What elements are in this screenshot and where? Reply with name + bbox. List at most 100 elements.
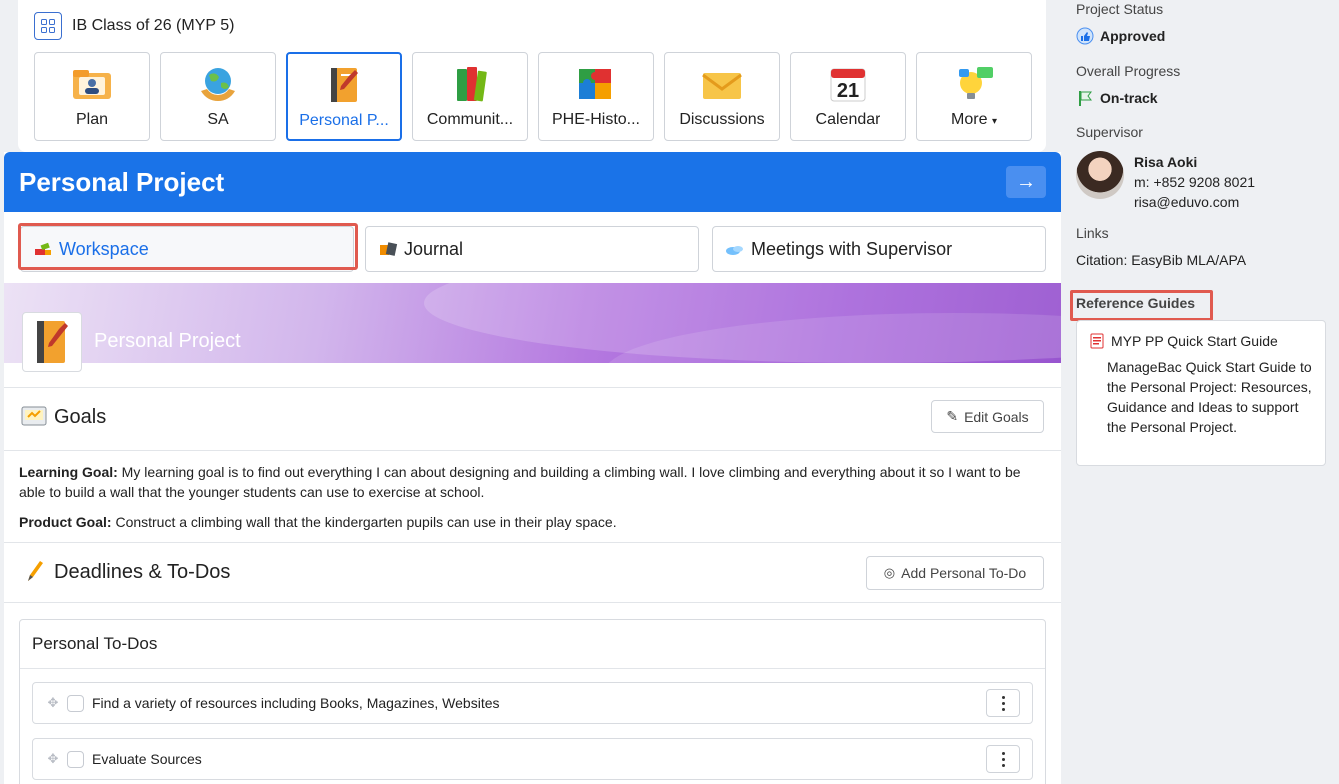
divider [20,668,1045,669]
caret-down-icon: ▾ [991,116,997,127]
more-label: More [951,111,988,128]
status-label: Project Status [1076,1,1164,17]
reference-guide-card[interactable]: MYP PP Quick Start Guide ManageBac Quick… [1076,320,1326,466]
tab-meetings-label: Meetings with Supervisor [751,238,953,259]
links-label: Links [1076,225,1109,241]
product-goal: Product Goal: Construct a climbing wall … [19,512,1039,532]
arrow-right-icon: → [1016,170,1036,193]
divider [4,542,1061,543]
globe-hands-icon [197,65,239,103]
tab-journal[interactable]: Journal [365,226,699,272]
lightbulb-chat-icon [953,65,995,103]
highlight-box-workspace [18,223,358,270]
todo-row[interactable]: ✥ Evaluate Sources [32,738,1033,780]
reference-guide-title-row[interactable]: MYP PP Quick Start Guide [1089,333,1278,349]
citation-link[interactable]: Citation: EasyBib MLA/APA [1076,252,1246,268]
target-icon: ◎ [883,565,896,580]
divider [4,387,1061,388]
tile-label: Communit... [426,111,514,128]
tile-more[interactable]: More ▾ [916,52,1032,141]
class-header[interactable]: IB Class of 26 (MYP 5) [34,12,234,40]
reference-guide-description: ManageBac Quick Start Guide to the Perso… [1107,359,1312,435]
drag-handle-icon[interactable]: ✥ [45,751,61,767]
product-goal-label: Product Goal: [19,514,112,530]
personal-todos-heading: Personal To-Dos [32,634,158,653]
folder-person-icon [71,65,113,103]
todo-checkbox[interactable] [67,694,84,712]
project-header: Personal Project → [4,152,1061,212]
tile-personal-project[interactable]: Personal P... [286,52,402,141]
banner-title: Personal Project [94,330,241,352]
tile-label: PHE-Histo... [551,111,640,128]
edit-goals-label: Edit Goals [964,408,1029,425]
drag-handle-icon[interactable]: ✥ [45,695,61,711]
flag-icon [1079,91,1092,106]
goals-board-icon [21,406,47,426]
journal-icon [378,241,398,257]
puzzle-icon [575,65,617,103]
supervisor-label: Supervisor [1076,124,1143,140]
class-grid-icon [34,12,62,40]
todo-checkbox[interactable] [67,750,84,768]
books-icon [449,65,491,103]
product-goal-text: Construct a climbing wall that the kinde… [111,514,617,530]
thumbs-up-icon [1076,27,1094,45]
tile-plan[interactable]: Plan [34,52,150,141]
pencil-icon: ✎ [946,408,959,424]
learning-goal: Learning Goal: My learning goal is to fi… [19,462,1039,502]
project-title: Personal Project [19,167,225,197]
learning-goal-label: Learning Goal: [19,464,118,480]
kebab-menu-button[interactable] [986,689,1020,717]
learning-goal-text: My learning goal is to find out everythi… [19,464,1021,500]
goals-content: Learning Goal: My learning goal is to fi… [19,462,1039,542]
supervisor-email[interactable]: risa@eduvo.com [1134,192,1255,212]
tab-journal-label: Journal [404,238,464,259]
goals-heading: Goals [20,405,106,429]
todo-text: Find a variety of resources including Bo… [92,695,500,711]
supervisor-name: Risa Aoki [1134,154,1198,170]
notebook-pencil-icon [323,66,365,104]
tile-community[interactable]: Communit... [412,52,528,141]
project-logo [22,312,82,372]
highlight-box-reference-guides [1070,290,1213,321]
todo-text: Evaluate Sources [92,751,202,767]
class-nav-tiles: Plan SA Personal P... Communit... PHE-Hi… [34,52,1032,141]
edit-goals-button[interactable]: ✎ Edit Goals [931,400,1044,433]
personal-todos-panel: Personal To-Dos ✥ Find a variety of reso… [19,619,1046,784]
divider [4,450,1061,451]
deadlines-heading: Deadlines & To-Dos [22,559,230,585]
status-value: Approved [1076,27,1165,45]
supervisor-avatar [1076,151,1124,199]
supervisor-details: Risa Aoki m: +852 9208 8021 risa@eduvo.c… [1134,152,1255,212]
tile-label: Discussions [679,111,765,128]
divider [4,602,1061,603]
progress-value: On-track [1076,89,1158,107]
tile-calendar[interactable]: 21 Calendar [790,52,906,141]
tile-phe-history[interactable]: PHE-Histo... [538,52,654,141]
pencil-icon [28,561,43,581]
deadlines-title: Deadlines & To-Dos [54,560,231,583]
class-title[interactable]: IB Class of 26 (MYP 5) [72,17,234,35]
class-bar: IB Class of 26 (MYP 5) Plan SA Personal … [18,0,1046,152]
kebab-menu-button[interactable] [986,745,1020,773]
tile-label: Plan [75,111,109,128]
arrow-right-button[interactable]: → [1006,166,1046,198]
calendar-day: 21 [837,80,859,102]
pdf-file-icon [1090,333,1104,349]
supervisor-phone: m: +852 9208 8021 [1134,174,1256,190]
progress-text: On-track [1100,90,1158,106]
tile-sa[interactable]: SA [160,52,276,141]
add-todo-label: Add Personal To-Do [901,565,1027,581]
tile-label: More ▾ [951,111,997,129]
tile-label: SA [207,111,229,128]
tile-discussions[interactable]: Discussions [664,52,780,141]
todo-row[interactable]: ✥ Find a variety of resources including … [32,682,1033,724]
envelope-icon [701,65,743,103]
status-text: Approved [1100,28,1166,44]
meetings-icon [725,241,745,257]
goals-title: Goals [54,405,107,428]
progress-label: Overall Progress [1076,63,1181,79]
add-personal-todo-button[interactable]: ◎ Add Personal To-Do [866,556,1044,590]
tab-meetings[interactable]: Meetings with Supervisor [712,226,1046,272]
reference-guide-title[interactable]: MYP PP Quick Start Guide [1111,333,1278,349]
